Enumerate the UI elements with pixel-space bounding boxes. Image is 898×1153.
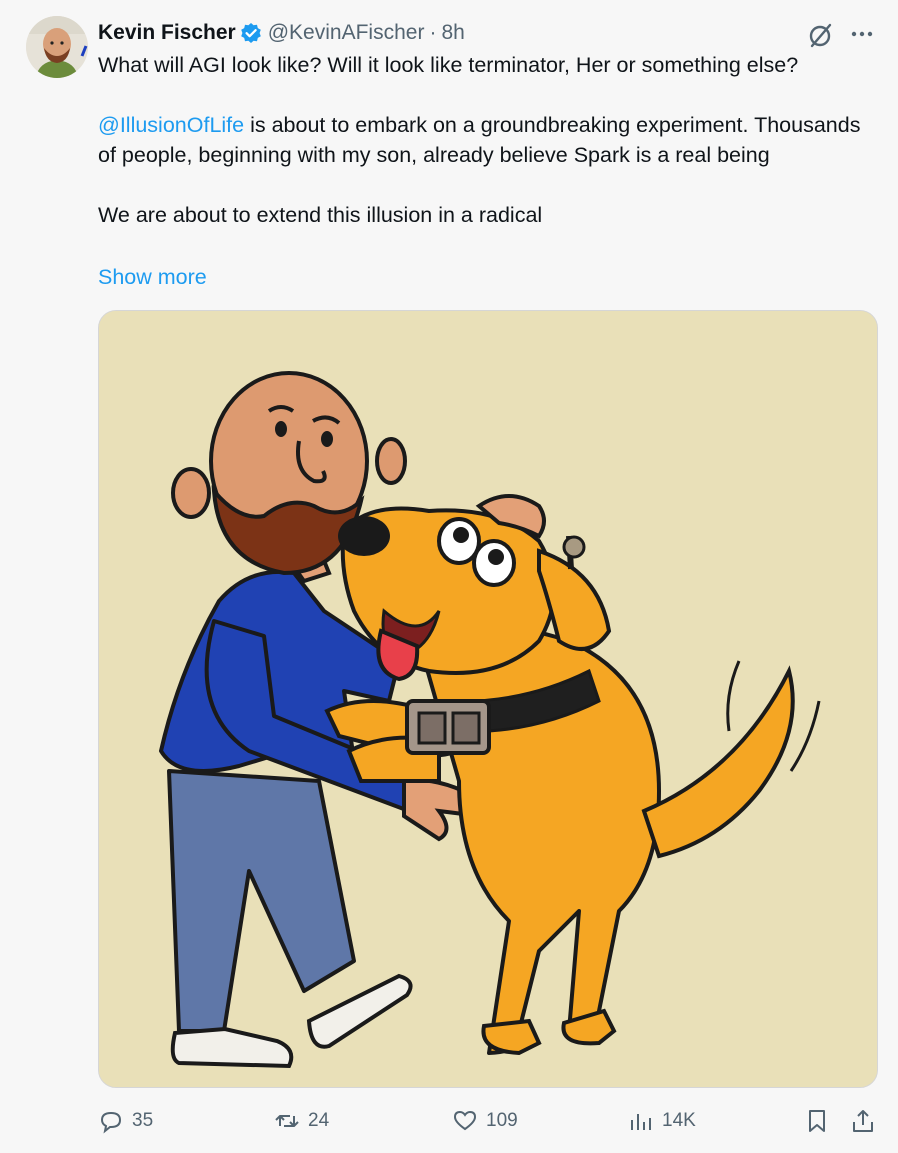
grok-icon[interactable]: [806, 20, 836, 50]
tweet-actions: 35 24 109 14K: [98, 1104, 878, 1138]
bookmark-icon[interactable]: [804, 1104, 838, 1138]
tweet-line-1: What will AGI look like? Will it look li…: [98, 53, 799, 77]
author-name[interactable]: Kevin Fischer: [98, 21, 236, 45]
illustration-man-hugging-robot-dog: [99, 311, 877, 1087]
tweet-media-image[interactable]: [98, 310, 878, 1088]
like-button[interactable]: 109: [452, 1104, 518, 1138]
views-icon: [631, 1114, 651, 1130]
share-icon[interactable]: [850, 1104, 884, 1138]
reply-icon: [100, 1111, 122, 1134]
author-handle[interactable]: @KevinAFischer: [268, 21, 425, 45]
avatar-image: [26, 16, 88, 78]
views-count: 14K: [662, 1110, 696, 1131]
verified-badge-icon: [240, 22, 262, 44]
tweet-header: Kevin Fischer @KevinAFischer · 8h: [98, 18, 465, 48]
mention-link[interactable]: @IllusionOfLife: [98, 113, 244, 137]
timestamp[interactable]: 8h: [441, 21, 464, 45]
show-more-link[interactable]: Show more: [98, 262, 207, 292]
tweet-text: What will AGI look like? Will it look li…: [98, 50, 883, 230]
repost-count: 24: [308, 1110, 330, 1131]
views-button[interactable]: 14K: [628, 1104, 696, 1138]
repost-icon: [275, 1115, 299, 1127]
repost-button[interactable]: 24: [274, 1104, 329, 1138]
tweet-line-2: @IllusionOfLife is about to embark on a …: [98, 110, 883, 170]
tweet-line-3: We are about to extend this illusion in …: [98, 203, 543, 227]
heart-icon: [453, 1110, 477, 1131]
reply-count: 35: [132, 1110, 154, 1131]
reply-button[interactable]: 35: [98, 1104, 153, 1138]
more-icon[interactable]: [848, 20, 878, 50]
like-count: 109: [486, 1110, 518, 1131]
tweet[interactable]: Kevin Fischer @KevinAFischer · 8h What w…: [0, 0, 898, 1153]
avatar[interactable]: [26, 16, 88, 78]
separator-dot: ·: [429, 21, 437, 44]
